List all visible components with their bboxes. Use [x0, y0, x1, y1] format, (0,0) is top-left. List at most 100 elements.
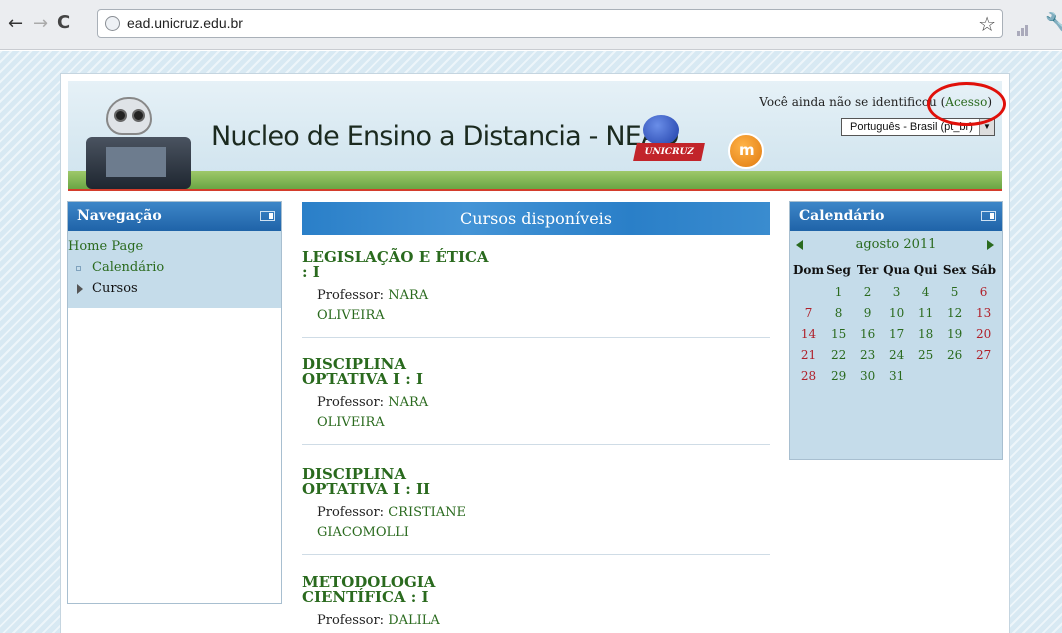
course-teacher: Professor: NARA OLIVEIRA: [317, 395, 429, 430]
address-bar[interactable]: ead.unicruz.edu.br ☆: [97, 9, 1003, 38]
calendar-day: [940, 365, 969, 386]
calendar-month-label[interactable]: agosto 2011: [856, 237, 937, 252]
calendar-day: 9: [863, 305, 872, 320]
calendar-day: 17: [888, 326, 905, 341]
calendar-day: 12: [946, 305, 963, 320]
navigation-list: Home Page Calendário Cursos: [68, 231, 281, 308]
navigation-block-header: Navegação: [68, 202, 281, 231]
weekday-header: Qui: [913, 263, 938, 277]
calendar-day: 21: [800, 347, 817, 362]
teacher-link[interactable]: CRISTIANE: [388, 505, 466, 520]
course-teacher: Professor: DALILA: [317, 613, 440, 628]
calendar-day: 3: [892, 284, 901, 299]
calendar-day: 13: [975, 305, 992, 320]
url-text[interactable]: ead.unicruz.edu.br: [127, 15, 243, 31]
calendar-block-header: Calendário: [790, 202, 1002, 231]
calendar-day: 1: [834, 284, 843, 299]
course-title-link[interactable]: DISCIPLINA OPTATIVA I : II: [302, 467, 512, 497]
courses-header: Cursos disponíveis: [302, 202, 770, 235]
course-item: DISCIPLINA OPTATIVA I : I Professor: NARA…: [302, 357, 770, 445]
teacher-link[interactable]: NARA: [388, 395, 428, 410]
course-teacher: Professor: NARA OLIVEIRA: [317, 288, 429, 323]
globe-icon: [105, 16, 120, 31]
calendar-day: 24: [888, 347, 905, 362]
nav-item-calendario[interactable]: Calendário: [68, 258, 281, 279]
calendar-day: 16: [859, 326, 876, 341]
calendar-day: 14: [800, 326, 817, 341]
teacher-link[interactable]: OLIVEIRA: [317, 308, 385, 323]
robot-mascot-icon: [86, 97, 191, 189]
course-divider: [302, 444, 770, 445]
weekday-header: Seg: [826, 263, 851, 277]
calendar-day: 27: [975, 347, 992, 362]
unicruz-logo: UNICRUZ: [633, 115, 705, 165]
course-divider: [302, 337, 770, 338]
calendar-day: 4: [921, 284, 930, 299]
bookmark-star-icon[interactable]: ☆: [978, 12, 996, 36]
calendar-day: 11: [917, 305, 934, 320]
reload-icon[interactable]: C: [57, 12, 70, 33]
calendar-day: 7: [804, 305, 813, 320]
bullet-icon: [76, 266, 81, 271]
calendar-day: 5: [950, 284, 959, 299]
calendar-day: 2: [863, 284, 872, 299]
header-divider: [68, 189, 1002, 191]
dock-icon[interactable]: [260, 211, 275, 221]
highlight-annotation: [927, 82, 1006, 126]
calendar-day: 8: [834, 305, 843, 320]
course-title-link[interactable]: LEGISLAÇÃO E ÉTICA: I: [302, 250, 512, 280]
calendar-day: 23: [859, 347, 876, 362]
wrench-icon[interactable]: 🔧: [1045, 12, 1062, 33]
header-stripe: [68, 171, 1002, 189]
weekday-header: Ter: [856, 263, 879, 277]
weekday-header: Sáb: [971, 263, 997, 277]
calendar-month-nav: agosto 2011: [790, 231, 1002, 259]
teacher-link[interactable]: DALILA: [388, 613, 440, 628]
calendar-day: 30: [859, 368, 876, 383]
calendar-day: [911, 365, 940, 386]
calendar-day: 15: [830, 326, 847, 341]
course-teacher: Professor: CRISTIANE GIACOMOLLI: [317, 505, 467, 540]
calendar-day: 19: [946, 326, 963, 341]
back-icon[interactable]: ←: [8, 13, 23, 34]
nav-item-cursos[interactable]: Cursos: [68, 279, 281, 300]
course-title-link[interactable]: DISCIPLINA OPTATIVA I : I: [302, 357, 512, 387]
course-item: LEGISLAÇÃO E ÉTICA: I Professor: NARA OL…: [302, 250, 770, 338]
calendar-day: 31: [888, 368, 905, 383]
teacher-link[interactable]: NARA: [388, 288, 428, 303]
calendar-day: 22: [830, 347, 847, 362]
course-item: METODOLOGIA CIENTÍFICA : I Professor: DAL…: [302, 575, 770, 631]
next-month-icon[interactable]: [987, 240, 994, 250]
calendar-day: 20: [975, 326, 992, 341]
page-actions-icon[interactable]: [1017, 17, 1029, 36]
previous-month-icon[interactable]: [796, 240, 803, 250]
weekday-header: Qua: [883, 263, 911, 277]
calendar-day: 6: [979, 284, 988, 299]
calendar-block: Calendário agosto 2011 Dom Seg Ter Qua Q…: [789, 201, 1003, 460]
dock-icon[interactable]: [981, 211, 996, 221]
calendar-day: [793, 281, 824, 302]
teacher-link[interactable]: GIACOMOLLI: [317, 525, 409, 540]
course-divider: [302, 554, 770, 555]
weekday-header: Sex: [942, 263, 967, 277]
calendar-day: 29: [830, 368, 847, 383]
site-title: Nucleo de Ensino a Distancia - NEAD: [211, 121, 680, 152]
site-header: Nucleo de Ensino a Distancia - NEAD UNIC…: [68, 81, 1002, 189]
nav-home-link[interactable]: Home Page: [68, 237, 281, 258]
moodle-logo: m: [728, 133, 764, 169]
calendar-day: 26: [946, 347, 963, 362]
calendar-grid: Dom Seg Ter Qua Qui Sex Sáb 1 2 3 4 5 6 …: [793, 259, 998, 386]
forward-icon[interactable]: →: [33, 13, 48, 34]
course-title-link[interactable]: METODOLOGIA CIENTÍFICA : I: [302, 575, 512, 605]
course-item: DISCIPLINA OPTATIVA I : II Professor: CRI…: [302, 467, 770, 555]
calendar-day: 18: [917, 326, 934, 341]
browser-toolbar: ← → C ead.unicruz.edu.br ☆ 🔧: [0, 0, 1062, 50]
calendar-day: 25: [917, 347, 934, 362]
calendar-day: [969, 365, 998, 386]
calendar-day: 28: [800, 368, 817, 383]
weekday-header: Dom: [793, 263, 825, 277]
calendar-day: 10: [888, 305, 905, 320]
teacher-link[interactable]: OLIVEIRA: [317, 415, 385, 430]
navigation-block: Navegação Home Page Calendário Cursos: [67, 201, 282, 604]
expand-arrow-icon[interactable]: [77, 284, 83, 294]
